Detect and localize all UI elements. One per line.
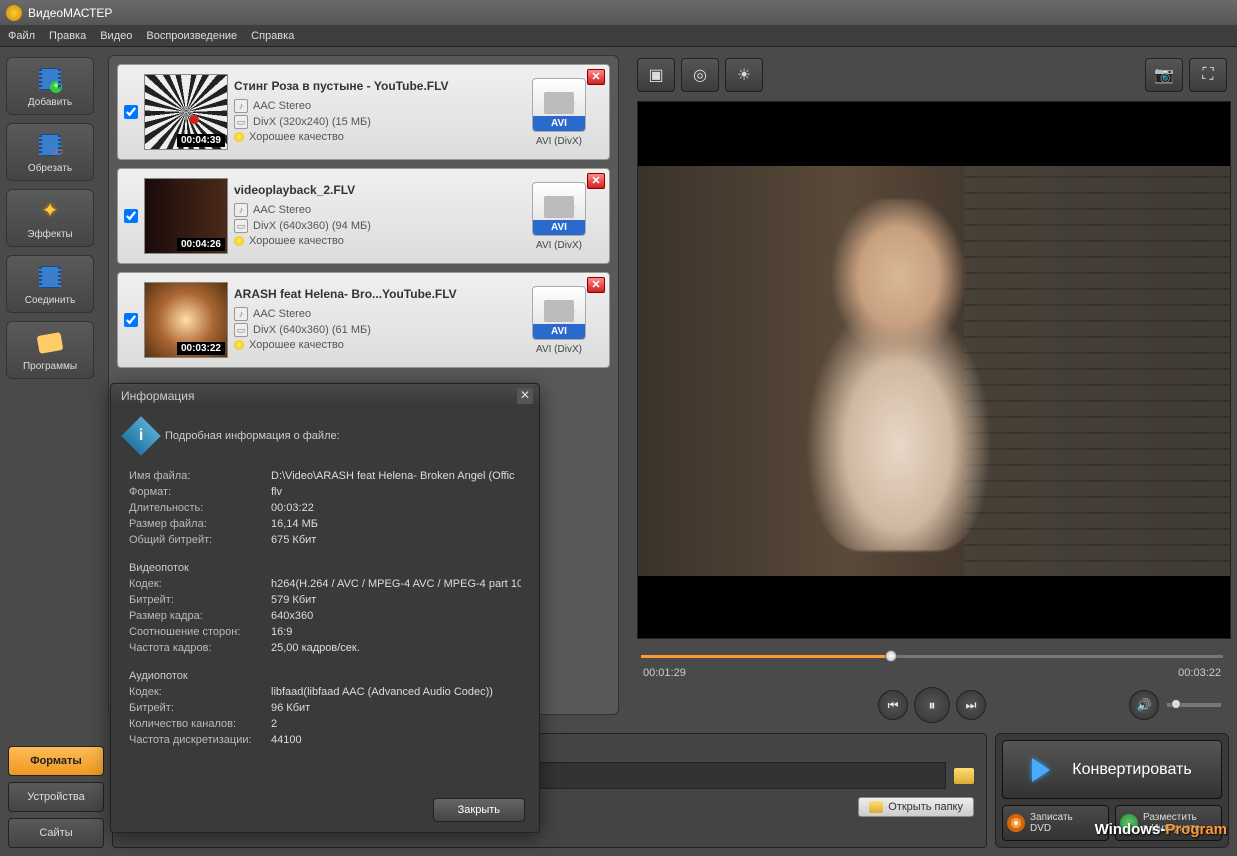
remove-file-button[interactable]: ✕ (587, 173, 605, 189)
gear-icon: ◎ (693, 65, 707, 85)
prev-button[interactable]: ⏮ (878, 690, 908, 720)
next-button[interactable]: ⏭ (956, 690, 986, 720)
thumbnail[interactable]: 00:04:26 (144, 178, 228, 254)
menu-help[interactable]: Справка (251, 30, 294, 42)
pause-button[interactable]: ⏸ (914, 687, 950, 723)
brightness-button[interactable]: ☀ (725, 58, 763, 92)
plus-icon: + (50, 81, 62, 93)
file-row[interactable]: 00:03:22 ARASH feat Helena- Bro...YouTub… (117, 272, 610, 368)
quality-icon (234, 132, 244, 142)
camcorder-icon (544, 196, 574, 218)
enhance-button[interactable]: ◎ (681, 58, 719, 92)
speaker-icon: 🔊 (1137, 698, 1152, 712)
clip-icon (37, 332, 64, 354)
info-dialog: Информация ✕ i Подробная информация о фа… (110, 383, 540, 833)
video-icon: ▭ (234, 219, 248, 233)
file-name: videoplayback_2.FLV (234, 183, 509, 197)
camcorder-icon (544, 92, 574, 114)
snapshot-button[interactable]: 📷 (1145, 58, 1183, 92)
camera-icon: 📷 (1154, 65, 1174, 85)
file-checkbox[interactable] (124, 105, 138, 119)
quality-icon (234, 236, 244, 246)
arrow-icon (1032, 758, 1062, 782)
programs-button[interactable]: Программы (6, 321, 94, 379)
file-checkbox[interactable] (124, 209, 138, 223)
sun-icon: ☀ (737, 65, 751, 85)
dialog-title: Информация (121, 389, 194, 403)
open-folder-button[interactable]: Открыть папку (858, 797, 974, 817)
menu-edit[interactable]: Правка (49, 30, 86, 42)
burn-dvd-button[interactable]: ЗаписатьDVD (1002, 805, 1109, 841)
remove-file-button[interactable]: ✕ (587, 69, 605, 85)
dialog-close-btn[interactable]: Закрыть (433, 798, 525, 822)
video-stream-heading: Видеопоток (129, 560, 521, 576)
browse-folder-button[interactable] (954, 768, 974, 784)
titlebar: ВидеоМАСТЕР (0, 0, 1237, 25)
video-icon: ▭ (234, 115, 248, 129)
format-button[interactable]: AVI (532, 78, 586, 132)
mute-button[interactable]: 🔊 (1129, 690, 1159, 720)
dialog-heading: Подробная информация о файле: (165, 430, 340, 442)
thumbnail[interactable]: 00:04:39 (144, 74, 228, 150)
file-row[interactable]: 00:04:39 Стинг Роза в пустыне - YouTube.… (117, 64, 610, 160)
video-preview[interactable] (637, 101, 1231, 639)
audio-icon: ♪ (234, 203, 248, 217)
tab-devices[interactable]: Устройства (8, 782, 104, 812)
convert-button[interactable]: Конвертировать (1002, 740, 1222, 799)
volume-knob[interactable] (1171, 699, 1181, 709)
app-title: ВидеоМАСТЕР (28, 6, 112, 20)
audio-icon: ♪ (234, 307, 248, 321)
menu-playback[interactable]: Воспроизведение (146, 30, 237, 42)
volume-slider[interactable] (1167, 703, 1221, 707)
seek-bar[interactable] (641, 649, 1223, 663)
crop-button[interactable]: ▣ (637, 58, 675, 92)
time-current: 00:01:29 (643, 667, 686, 679)
cut-button[interactable]: ✂Обрезать (6, 123, 94, 181)
share-button[interactable]: Разместитьв Интернете (1115, 805, 1222, 841)
file-name: Стинг Роза в пустыне - YouTube.FLV (234, 79, 509, 93)
fullscreen-button[interactable]: ⛶ (1189, 58, 1227, 92)
left-toolbar: +Добавить ✂Обрезать ✦Эффекты Соединить П… (0, 47, 100, 856)
time-total: 00:03:22 (1178, 667, 1221, 679)
file-checkbox[interactable] (124, 313, 138, 327)
globe-icon (1120, 814, 1138, 832)
format-button[interactable]: AVI (532, 286, 586, 340)
thumbnail[interactable]: 00:03:22 (144, 282, 228, 358)
pause-icon: ⏸ (929, 697, 936, 714)
camcorder-icon (544, 300, 574, 322)
tab-sites[interactable]: Сайты (8, 818, 104, 848)
effects-button[interactable]: ✦Эффекты (6, 189, 94, 247)
next-icon: ⏭ (966, 698, 977, 713)
prev-icon: ⏮ (888, 698, 899, 713)
quality-icon (234, 340, 244, 350)
add-button[interactable]: +Добавить (6, 57, 94, 115)
audio-stream-heading: Аудиопоток (129, 668, 521, 684)
info-icon: i (121, 416, 161, 456)
dialog-close-button[interactable]: ✕ (517, 388, 533, 404)
wand-icon: ✦ (42, 198, 59, 223)
file-name: ARASH feat Helena- Bro...YouTube.FLV (234, 287, 509, 301)
folder-icon (869, 801, 883, 813)
crop-icon: ▣ (648, 65, 663, 85)
menubar: Файл Правка Видео Воспроизведение Справк… (0, 25, 1237, 47)
video-icon: ▭ (234, 323, 248, 337)
audio-icon: ♪ (234, 99, 248, 113)
remove-file-button[interactable]: ✕ (587, 277, 605, 293)
join-button[interactable]: Соединить (6, 255, 94, 313)
seek-knob[interactable] (885, 650, 897, 662)
menu-file[interactable]: Файл (8, 30, 35, 42)
app-icon (6, 5, 22, 21)
disc-icon (1007, 814, 1025, 832)
menu-video[interactable]: Видео (100, 30, 132, 42)
file-row[interactable]: 00:04:26 videoplayback_2.FLV ♪AAC Stereo… (117, 168, 610, 264)
scissors-icon: ✂ (54, 145, 64, 159)
format-button[interactable]: AVI (532, 182, 586, 236)
tab-formats[interactable]: Форматы (8, 746, 104, 776)
fullscreen-icon: ⛶ (1202, 66, 1213, 84)
